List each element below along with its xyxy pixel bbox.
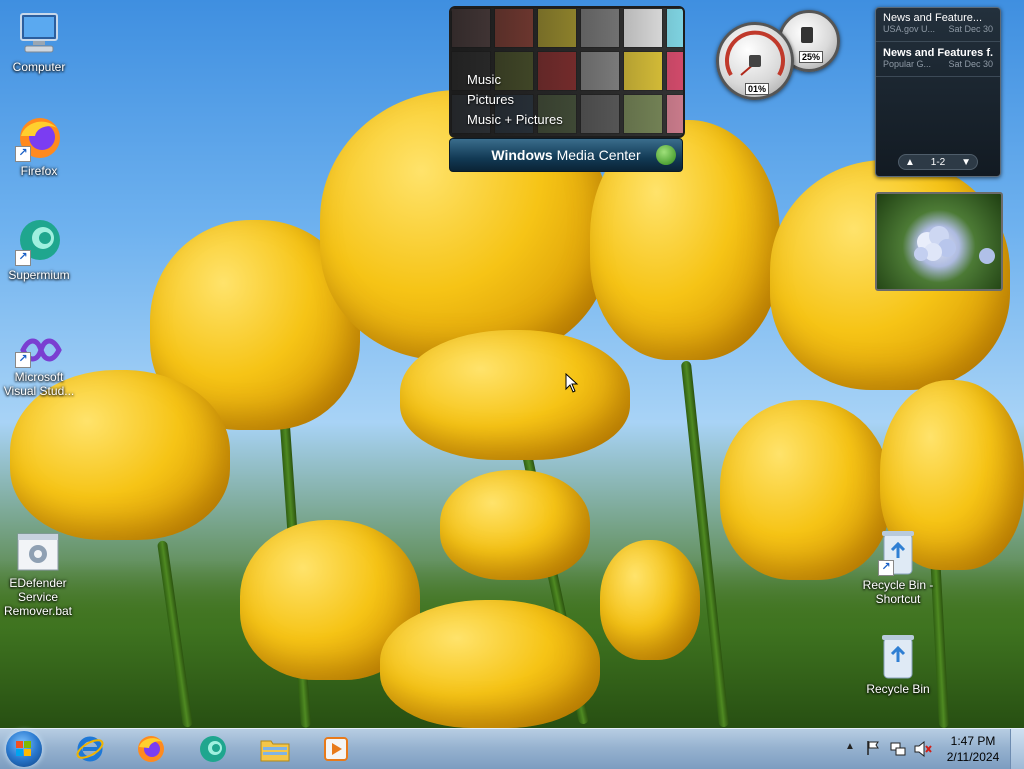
recycle-bin-icon: ↗ xyxy=(878,528,918,576)
network-icon[interactable] xyxy=(890,741,906,762)
media-center-gadget[interactable]: Music Pictures Music + Pictures Windows … xyxy=(449,6,685,172)
desktop-icon-label: Firefox xyxy=(20,164,58,178)
slideshow-gadget[interactable] xyxy=(875,192,1003,291)
memory-usage-value: 25% xyxy=(799,51,824,63)
desktop-icon-visual-studio[interactable]: ↗ Microsoft Visual Stud... xyxy=(1,332,77,398)
tulip-flower xyxy=(400,330,630,460)
desktop-icon-label-line2: Shortcut xyxy=(875,592,921,606)
feed-item-source: USA.gov U... xyxy=(883,24,936,34)
feed-page-indicator: 1-2 xyxy=(930,156,946,168)
taskbar-file-explorer[interactable] xyxy=(255,732,295,766)
taskbar-supermium[interactable] xyxy=(193,732,233,766)
desktop-icon-edefender-bat[interactable]: EDefender Service Remover.bat xyxy=(0,532,76,618)
desktop-icon-label-line2: Visual Stud... xyxy=(3,384,75,398)
feed-pager: ▲ 1-2 ▼ xyxy=(898,154,978,170)
feed-item-date: Sat Dec 30 xyxy=(948,59,993,69)
taskbar: ▲ 1:47 PM 2/11/2024 xyxy=(0,728,1024,769)
media-menu-pictures[interactable]: Pictures xyxy=(467,90,563,110)
start-button[interactable] xyxy=(6,731,42,767)
desktop-icon-label-line1: EDefender xyxy=(9,576,67,590)
shortcut-arrow-icon: ↗ xyxy=(878,560,894,576)
media-center-title-rest: Media Center xyxy=(552,147,641,163)
desktop-icon-firefox[interactable]: ↗ Firefox xyxy=(1,114,77,178)
hydrangea-photo xyxy=(914,226,995,264)
feed-item-title: News and Features f... xyxy=(883,47,993,59)
media-player-icon xyxy=(324,737,348,761)
desktop-icon-label-line1: Microsoft xyxy=(14,370,64,384)
feed-item-date: Sat Dec 30 xyxy=(948,24,993,34)
cpu-meter: 01% xyxy=(716,22,794,100)
recycle-bin-icon xyxy=(878,632,918,680)
taskbar-internet-explorer[interactable] xyxy=(70,732,110,766)
computer-icon xyxy=(15,10,63,58)
batch-file-icon xyxy=(14,532,62,574)
desktop-icon-supermium[interactable]: ↗ Supermium xyxy=(1,218,77,282)
desktop-icon-label: Supermium xyxy=(8,268,70,282)
internet-explorer-icon xyxy=(76,736,104,762)
cpu-usage-value: 01% xyxy=(745,83,770,95)
show-hidden-icons-button[interactable]: ▲ xyxy=(845,741,855,752)
feed-item[interactable]: News and Features f... Popular G... Sat … xyxy=(876,43,1000,77)
desktop-icon-label-line1: Recycle Bin - xyxy=(862,578,934,592)
media-menu-music[interactable]: Music xyxy=(467,70,563,90)
shortcut-arrow-icon: ↗ xyxy=(15,250,31,266)
folder-icon xyxy=(260,740,290,762)
desktop-icon-label-line2: Service xyxy=(17,590,58,604)
feed-item-title: News and Feature... xyxy=(883,12,983,24)
feed-headlines-gadget[interactable]: News and Feature... USA.gov U... Sat Dec… xyxy=(875,7,1001,177)
supermium-icon xyxy=(200,736,226,762)
feed-item[interactable]: News and Feature... USA.gov U... Sat Dec… xyxy=(876,8,1000,42)
feed-prev-button[interactable]: ▲ xyxy=(905,157,915,168)
feed-item-source: Popular G... xyxy=(883,59,932,69)
shortcut-arrow-icon: ↗ xyxy=(15,146,31,162)
desktop-icon-recycle-bin[interactable]: Recycle Bin xyxy=(858,632,938,696)
desktop-icon-label: Recycle Bin xyxy=(866,682,930,696)
visual-studio-icon: ↗ xyxy=(15,332,63,368)
clock-time: 1:47 PM xyxy=(950,734,996,748)
firefox-icon xyxy=(138,736,164,762)
windows-logo-icon xyxy=(16,741,32,757)
media-center-title-bold: Windows xyxy=(491,147,553,163)
supermium-icon: ↗ xyxy=(15,218,63,266)
taskbar-clock[interactable]: 1:47 PM 2/11/2024 xyxy=(940,733,1006,765)
tulip-flower xyxy=(440,470,590,580)
clock-date: 2/11/2024 xyxy=(946,750,1000,764)
action-center-flag-icon[interactable] xyxy=(866,740,880,761)
feed-item-meta: USA.gov U... Sat Dec 30 xyxy=(883,24,993,34)
taskbar-firefox[interactable] xyxy=(131,732,171,766)
feed-item-meta: Popular G... Sat Dec 30 xyxy=(883,59,993,69)
media-center-title-bar[interactable]: Windows Media Center xyxy=(449,138,683,172)
memory-chip-icon xyxy=(801,27,813,43)
show-desktop-button[interactable] xyxy=(1010,729,1024,769)
media-center-tiles: Music Pictures Music + Pictures xyxy=(449,6,685,138)
desktop-icon-label: Computer xyxy=(12,60,66,74)
shortcut-arrow-icon: ↗ xyxy=(15,352,31,368)
taskbar-media-player[interactable] xyxy=(316,732,356,766)
windows-orb-icon xyxy=(656,145,676,165)
desktop-icon-label-line3: Remover.bat xyxy=(3,604,73,618)
tulip-flower xyxy=(380,600,600,728)
firefox-icon: ↗ xyxy=(15,114,63,162)
media-menu-music-pictures[interactable]: Music + Pictures xyxy=(467,110,563,130)
cursor-arrow-icon xyxy=(565,372,579,393)
volume-muted-icon[interactable] xyxy=(914,740,932,762)
feed-next-button[interactable]: ▼ xyxy=(961,157,971,168)
media-center-menu: Music Pictures Music + Pictures xyxy=(467,70,563,130)
desktop-icon-computer[interactable]: Computer xyxy=(1,10,77,74)
tulip-flower xyxy=(600,540,700,660)
desktop-icon-recycle-bin-shortcut[interactable]: ↗ Recycle Bin - Shortcut xyxy=(858,528,938,606)
